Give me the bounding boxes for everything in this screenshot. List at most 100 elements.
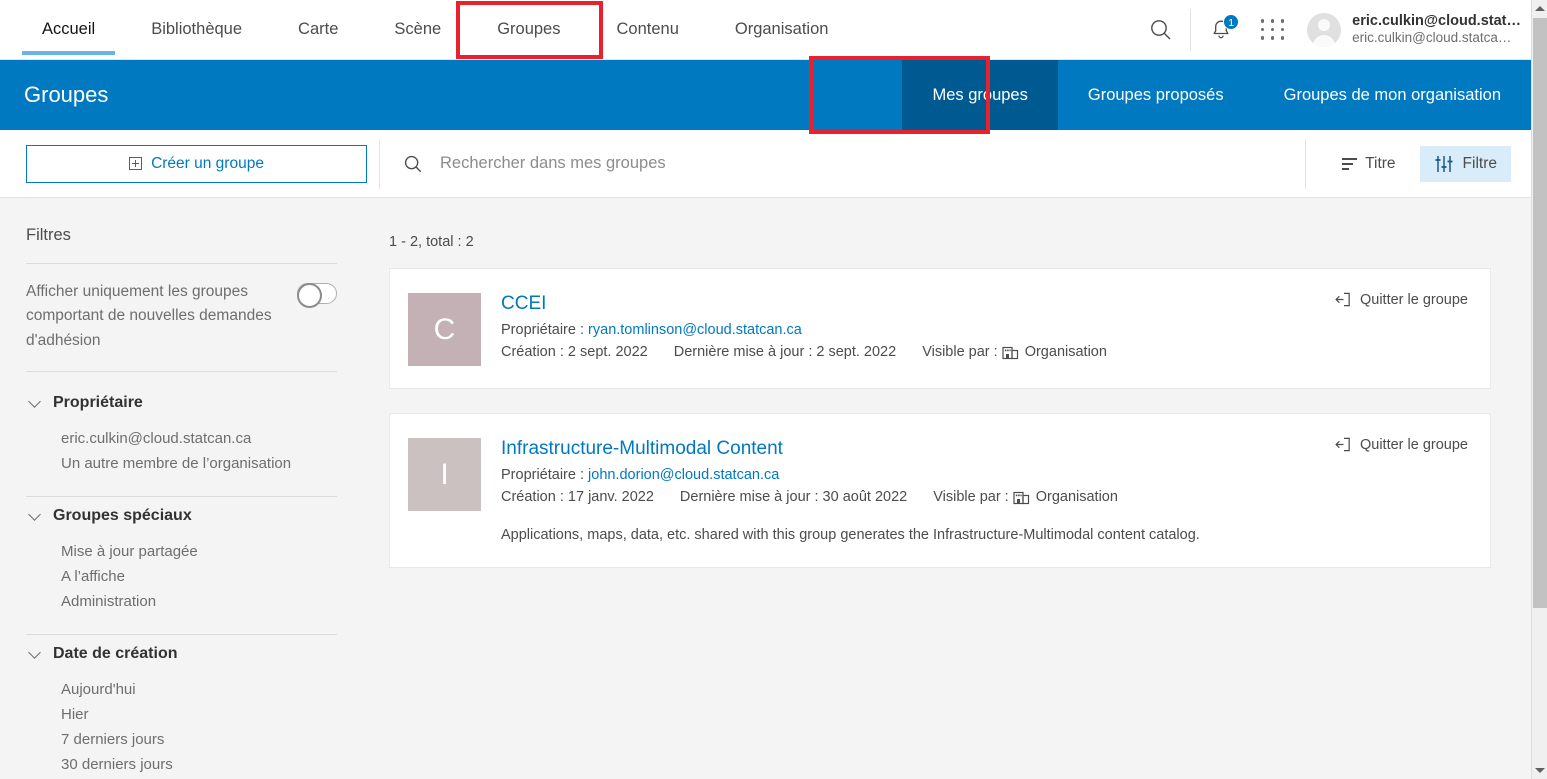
scrollbar-thumb[interactable] [1533, 18, 1547, 608]
page-root: Accueil Bibliothèque Carte Scène Groupes… [0, 0, 1547, 779]
search-button[interactable] [1134, 0, 1186, 60]
facet-item[interactable]: A l’affiche [61, 564, 337, 589]
scroll-up-arrow-icon [1535, 6, 1545, 11]
visible-label: Visible par : [933, 489, 1009, 505]
created-value: 2 sept. 2022 [567, 344, 648, 360]
facet-title: Groupes spéciaux [53, 507, 192, 525]
new-requests-filter-row: Afficher uniquement les groupes comporta… [26, 280, 337, 353]
group-card[interactable]: I Infrastructure-Multimodal Content Prop… [389, 413, 1491, 569]
visible-label: Visible par : [922, 344, 998, 360]
tab-label: Groupes proposés [1087, 85, 1224, 104]
facet-item[interactable]: 30 derniers jours [61, 752, 337, 777]
facet-title: Date de création [53, 645, 178, 663]
group-title-link[interactable]: Infrastructure-Multimodal Content [501, 438, 783, 460]
group-thumbnail: C [408, 293, 481, 366]
tab-label: Groupes de mon organisation [1283, 85, 1501, 104]
app-grid-icon [1260, 19, 1286, 40]
create-group-button[interactable]: Créer un groupe [26, 144, 367, 183]
app-switcher-button[interactable] [1247, 0, 1299, 60]
leave-group-button[interactable]: Quitter le groupe [1335, 291, 1468, 308]
tab-groupes-organisation[interactable]: Groupes de mon organisation [1254, 60, 1531, 130]
facet-date-de-creation-header[interactable]: Date de création [26, 639, 337, 669]
owner-link[interactable]: ryan.tomlinson@cloud.statcan.ca [588, 322, 802, 338]
nav-item-label: Organisation [734, 20, 829, 38]
group-card[interactable]: C CCEI Propriétaire : ryan.tomlinson@clo… [389, 268, 1491, 389]
leave-group-label: Quitter le groupe [1359, 291, 1468, 308]
search-icon [404, 155, 422, 172]
divider [26, 371, 337, 373]
facet-proprietaire-header[interactable]: Propriétaire [26, 388, 337, 418]
nav-item-label: Scène [394, 20, 442, 38]
facet-item[interactable]: Hier [61, 702, 337, 727]
user-menu[interactable]: eric.culkin@cloud.stat… eric.culkin@clou… [1299, 12, 1531, 47]
facet-item[interactable]: Mise à jour partagée [61, 539, 337, 564]
owner-link[interactable]: john.dorion@cloud.statcan.ca [588, 467, 779, 483]
divider [26, 263, 337, 264]
group-created: Création : 17 janv. 2022 [501, 489, 654, 505]
group-title-link[interactable]: CCEI [501, 293, 546, 315]
facet-item[interactable]: Un autre membre de l’organisation [61, 451, 337, 476]
create-group-label: Créer un groupe [151, 154, 264, 172]
nav-divider [1190, 8, 1192, 51]
facet-item[interactable]: eric.culkin@cloud.statcan.ca [61, 426, 337, 451]
facet-date-de-creation-list: Aujourd'hui Hier 7 derniers jours 30 der… [26, 669, 337, 779]
facet-item[interactable]: Administration [61, 589, 337, 614]
nav-item-accueil[interactable]: Accueil [14, 0, 123, 60]
nav-item-label: Accueil [42, 20, 96, 38]
group-thumbnail: I [408, 438, 481, 511]
exit-group-icon [1335, 292, 1350, 307]
notifications-button[interactable]: 1 [1195, 0, 1247, 60]
facet-item[interactable]: Aujourd'hui [61, 677, 337, 702]
group-card-body: Infrastructure-Multimodal Content Propri… [501, 438, 1468, 545]
created-label: Création : [501, 489, 564, 505]
user-avatar-icon [1307, 12, 1342, 47]
filter-button[interactable]: Filtre [1419, 145, 1511, 182]
nav-item-label: Carte [298, 20, 339, 38]
facet-date-de-creation: Date de création Aujourd'hui Hier 7 dern… [26, 639, 337, 779]
search-input[interactable] [440, 154, 940, 173]
filters-sidebar: Filtres Afficher uniquement les groupes … [0, 198, 363, 779]
scroll-down-button[interactable] [1532, 762, 1547, 779]
updated-label: Dernière mise à jour : [673, 344, 813, 360]
scroll-up-button[interactable] [1532, 0, 1547, 17]
tab-mes-groupes[interactable]: Mes groupes [902, 60, 1058, 130]
group-created: Création : 2 sept. 2022 [501, 344, 648, 360]
sort-button[interactable]: Titre [1328, 147, 1409, 181]
facet-groupes-speciaux-header[interactable]: Groupes spéciaux [26, 501, 337, 531]
search-area [402, 153, 1305, 175]
new-requests-toggle[interactable] [297, 283, 337, 308]
new-requests-filter-label: Afficher uniquement les groupes comporta… [26, 283, 272, 349]
group-updated: Dernière mise à jour : 2 sept. 2022 [674, 344, 896, 360]
nav-item-scene[interactable]: Scène [366, 0, 469, 60]
leave-group-button[interactable]: Quitter le groupe [1335, 436, 1468, 453]
page-scrollbar[interactable] [1531, 0, 1547, 779]
banner-tabs: Mes groupes Groupes proposés Groupes de … [902, 60, 1531, 130]
toolbar-right-actions: Titre Filtre [1305, 138, 1511, 189]
results-count: 1 - 2, total : 2 [389, 234, 474, 250]
filters-heading: Filtres [26, 226, 71, 244]
nav-item-groupes[interactable]: Groupes [469, 0, 588, 60]
nav-item-bibliotheque[interactable]: Bibliothèque [123, 0, 270, 60]
facet-groupes-speciaux-list: Mise à jour partagée A l’affiche Adminis… [26, 531, 337, 624]
updated-value: 2 sept. 2022 [816, 344, 897, 360]
tab-label: Mes groupes [932, 85, 1028, 104]
owner-label: Propriétaire : [501, 322, 585, 338]
content-area: Filtres Afficher uniquement les groupes … [0, 198, 1531, 779]
chevron-down-icon [28, 508, 41, 521]
nav-right-actions: 1 eric.culkin@cloud.stat… eric.culkin@cl… [1134, 0, 1531, 60]
facet-proprietaire-list: eric.culkin@cloud.statcan.ca Un autre me… [26, 418, 337, 486]
visibility-value: Organisation [1024, 344, 1107, 360]
owner-label: Propriétaire : [501, 467, 585, 483]
nav-item-contenu[interactable]: Contenu [588, 0, 706, 60]
nav-item-carte[interactable]: Carte [270, 0, 366, 60]
toolbar-divider [379, 138, 380, 189]
user-email: eric.culkin@cloud.statca… [1352, 30, 1512, 46]
group-visibility: Visible par : Organisation [933, 489, 1118, 505]
created-value: 17 janv. 2022 [567, 489, 654, 505]
toolbar-divider-right [1305, 138, 1307, 189]
group-meta-row: Création : 2 sept. 2022 Dernière mise à … [501, 344, 1468, 360]
primary-nav-items: Accueil Bibliothèque Carte Scène Groupes… [0, 0, 856, 60]
tab-groupes-proposes[interactable]: Groupes proposés [1058, 60, 1254, 130]
facet-item[interactable]: 7 derniers jours [61, 727, 337, 752]
nav-item-organisation[interactable]: Organisation [707, 0, 857, 60]
